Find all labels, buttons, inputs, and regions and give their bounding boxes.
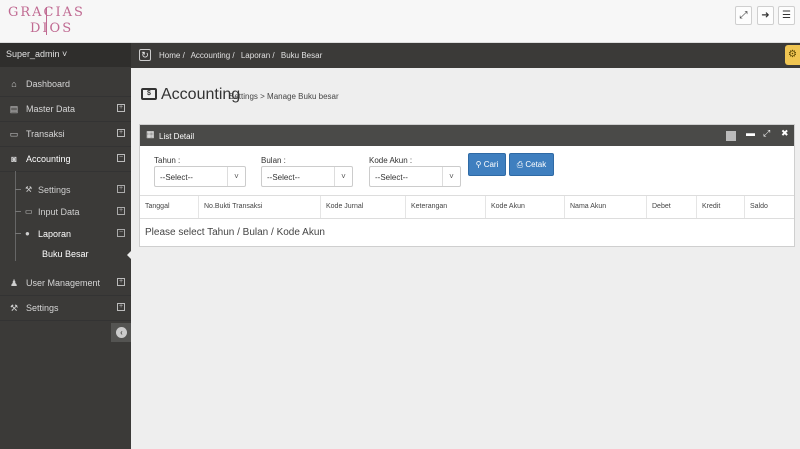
sidebar-item-label: Dashboard [26, 79, 71, 89]
kode-akun-select-value: --Select-- [375, 173, 408, 182]
empty-table-message: Please select Tahun / Bulan / Kode Akun [145, 227, 325, 238]
sidebar-item-dashboard[interactable]: ⌂ Dashboard [0, 72, 131, 97]
column-header[interactable]: Debet [647, 196, 697, 218]
expand-icon: + [117, 278, 125, 286]
expand-icon: + [117, 303, 125, 311]
sidebar-collapse-button[interactable]: ‹ [111, 323, 131, 342]
sidebar-item-label: Transaksi [26, 129, 65, 139]
breadcrumb: Home / Accounting / Laporan / Buku Besar [159, 51, 326, 60]
breadcrumb-home[interactable]: Home / [159, 51, 185, 60]
fullscreen-button[interactable]: ⤢ [735, 6, 752, 25]
bulan-label: Bulan : [261, 156, 286, 165]
page-subtitle: Settings > Manage Buku besar [229, 92, 339, 101]
list-icon: ▭ [9, 129, 19, 139]
fullscreen-icon: ⤢ [739, 10, 748, 21]
sidebar-item-user-management[interactable]: ♟ User Management + [0, 271, 131, 296]
chevron-down-icon: ˅ [334, 167, 352, 186]
collapse-icon: − [117, 229, 125, 237]
logo-line-2: DIOS [30, 21, 74, 36]
cari-label: Cari [483, 160, 499, 169]
expand-icon: + [117, 129, 125, 137]
panel-header: ▦ List Detail ▬ ⤢ ✖ [140, 125, 794, 146]
cetak-label: Cetak [525, 160, 547, 169]
menu-icon: ☰ [782, 10, 791, 21]
home-icon: ⌂ [11, 79, 17, 89]
close-icon[interactable]: ✖ [781, 128, 789, 139]
cetak-button[interactable]: ⎙ Cetak [509, 153, 554, 176]
sidebar-item-master-data[interactable]: ▤ Master Data + [0, 97, 131, 122]
sidebar-item-label: Accounting [26, 154, 71, 164]
column-header[interactable]: Kode Jurnal [321, 196, 406, 218]
panel-title: List Detail [159, 132, 195, 141]
sidebar-subitem-label: Settings [38, 185, 71, 195]
sidebar-item-label: User Management [26, 278, 101, 288]
sidebar-subitem-label: Input Data [38, 207, 80, 217]
tahun-select-value: --Select-- [160, 173, 193, 182]
users-icon: ♟ [9, 278, 19, 288]
expand-icon[interactable]: ⤢ [763, 128, 770, 139]
cari-button[interactable]: ⚲ Cari [468, 153, 506, 176]
search-icon: ⚲ [475, 160, 482, 169]
tahun-label: Tahun : [154, 156, 181, 165]
logo[interactable]: GRACIAS DIOS [8, 5, 83, 37]
kode-akun-label: Kode Akun : [369, 156, 413, 165]
column-header[interactable]: Keterangan [406, 196, 486, 218]
sidebar-subitem-settings[interactable]: ⚒ Settings + [0, 179, 131, 201]
bulan-select-value: --Select-- [267, 173, 300, 182]
sidebar-subitem-label: Buku Besar [42, 249, 89, 259]
sidebar-item-settings[interactable]: ⚒ Settings + [0, 296, 131, 321]
arrow-left-circle-icon: ‹ [116, 327, 127, 338]
top-header: GRACIAS DIOS ⤢ ➜ ☰ [0, 0, 800, 43]
column-header[interactable]: Kode Akun [486, 196, 565, 218]
sidebar-subitem-laporan[interactable]: ● Laporan − [0, 223, 131, 245]
sidebar-item-label: Settings [26, 303, 59, 313]
color-picker-icon[interactable] [726, 131, 736, 141]
wrench-icon: ⚒ [25, 185, 33, 194]
gear-icon: ⚙ [788, 49, 797, 60]
expand-icon: + [117, 104, 125, 112]
breadcrumb-bar: ↻ Home / Accounting / Laporan / Buku Bes… [131, 43, 800, 68]
sidebar-subitem-label: Laporan [38, 229, 72, 239]
column-header[interactable]: Saldo [745, 196, 794, 218]
column-header[interactable]: Tanggal [140, 196, 199, 218]
expand-icon: + [117, 185, 125, 193]
book-icon: ▤ [9, 104, 19, 114]
table-icon: ▦ [146, 129, 155, 139]
column-header[interactable]: Kredit [697, 196, 745, 218]
minimize-icon[interactable]: ▬ [746, 128, 755, 138]
info-icon: ● [25, 229, 30, 238]
logout-button[interactable]: ➜ [757, 6, 774, 25]
sidebar-item-accounting[interactable]: ◙ Accounting − [0, 147, 131, 172]
column-header[interactable]: No.Bukti Transaksi [199, 196, 321, 218]
print-icon: ⎙ [516, 160, 524, 169]
sidebar-subitem-buku-besar[interactable]: Buku Besar [0, 245, 131, 265]
bulan-select[interactable]: --Select-- ˅ [261, 166, 353, 187]
column-header[interactable]: Nama Akun [565, 196, 647, 218]
user-menu[interactable]: Super_admin ˅ [0, 43, 131, 67]
document-icon: ▭ [25, 207, 33, 216]
list-detail-panel: ▦ List Detail ▬ ⤢ ✖ Tahun : --Select-- ˅… [139, 124, 795, 247]
expand-icon: + [117, 207, 125, 215]
breadcrumb-laporan[interactable]: Laporan / [241, 51, 275, 60]
sidebar-item-label: Master Data [26, 104, 76, 114]
chevron-down-icon: ˅ [442, 167, 460, 186]
breadcrumb-current: Buku Besar [280, 51, 323, 60]
collapse-icon: − [117, 154, 125, 162]
kode-akun-select[interactable]: --Select-- ˅ [369, 166, 461, 187]
refresh-icon[interactable]: ↻ [139, 49, 151, 61]
sidebar: Super_admin ˅ ⌂ Dashboard ▤ Master Data … [0, 43, 131, 449]
wrench-icon: ⚒ [9, 303, 19, 313]
table-header: Tanggal No.Bukti Transaksi Kode Jurnal K… [140, 195, 794, 219]
money-icon: $ [141, 88, 157, 100]
tahun-select[interactable]: --Select-- ˅ [154, 166, 246, 187]
active-caret-icon [127, 251, 131, 259]
sidebar-item-transaksi[interactable]: ▭ Transaksi + [0, 122, 131, 147]
sidebar-subitem-input-data[interactable]: ▭ Input Data + [0, 201, 131, 223]
settings-toggle-button[interactable]: ⚙ [785, 45, 800, 65]
menu-button[interactable]: ☰ [778, 6, 795, 25]
money-icon: ◙ [11, 154, 17, 164]
breadcrumb-accounting[interactable]: Accounting / [191, 51, 235, 60]
logout-icon: ➜ [761, 10, 770, 21]
chevron-down-icon: ˅ [227, 167, 245, 186]
